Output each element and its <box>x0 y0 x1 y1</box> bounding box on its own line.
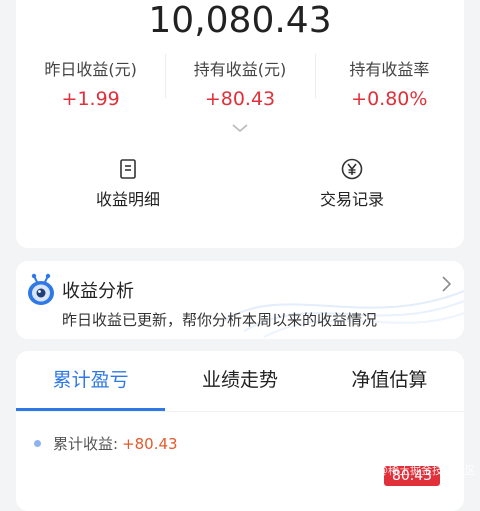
earnings-detail-button[interactable]: 收益明细 <box>16 158 240 210</box>
stat-label: 昨日收益(元) <box>44 60 137 79</box>
robot-avatar-icon <box>28 273 54 305</box>
stats-row: 昨日收益(元) +1.99 持有收益(元) +80.43 持有收益率 +0.80… <box>16 48 464 118</box>
earnings-detail-label: 收益明细 <box>95 190 160 209</box>
chart-legend: 累计收益: +80.43 <box>34 433 178 454</box>
total-asset-value: 10,080.43 <box>148 0 332 41</box>
holding-summary-card: 10,080.43 昨日收益(元) +1.99 持有收益(元) +80.43 持… <box>16 0 464 248</box>
stat-value: +80.43 <box>204 88 276 110</box>
tab-performance-trend[interactable]: 业绩走势 <box>165 351 314 411</box>
document-icon <box>120 159 136 179</box>
earnings-analysis-banner[interactable]: 收益分析 昨日收益已更新，帮你分析本周以来的收益情况 <box>16 261 464 339</box>
stat-holding-earnings: 持有收益(元) +80.43 <box>165 48 314 118</box>
stat-value: +0.80% <box>351 88 428 110</box>
transaction-record-button[interactable]: 交易记录 <box>240 158 464 210</box>
stat-value: +1.99 <box>61 88 120 110</box>
performance-tabs: 累计盈亏 业绩走势 净值估算 <box>16 351 464 411</box>
stat-yesterday-earnings: 昨日收益(元) +1.99 <box>16 48 165 118</box>
legend-label: 累计收益: <box>53 435 119 453</box>
analysis-description: 昨日收益已更新，帮你分析本周以来的收益情况 <box>62 311 378 329</box>
analysis-title: 收益分析 <box>62 281 134 302</box>
legend-dot-icon <box>34 440 41 447</box>
tab-divider <box>16 411 464 412</box>
stat-holding-rate: 持有收益率 +0.80% <box>314 48 464 118</box>
performance-card: 累计盈亏 业绩走势 净值估算 累计收益: +80.43 <box>16 351 464 511</box>
tab-nav-estimate[interactable]: 净值估算 <box>315 351 464 411</box>
stat-label: 持有收益(元) <box>193 60 287 79</box>
watermark: @稀土掘金技术社区 <box>377 464 476 477</box>
actions-row: 收益明细 交易记录 <box>16 158 464 210</box>
transaction-record-label: 交易记录 <box>319 190 384 209</box>
legend-value: +80.43 <box>122 434 178 453</box>
yen-icon <box>341 158 363 180</box>
tab-cumulative-pnl[interactable]: 累计盈亏 <box>16 351 166 411</box>
chevron-right-icon <box>442 276 452 292</box>
expand-chevron-icon[interactable] <box>230 122 250 134</box>
stat-label: 持有收益率 <box>349 60 430 79</box>
